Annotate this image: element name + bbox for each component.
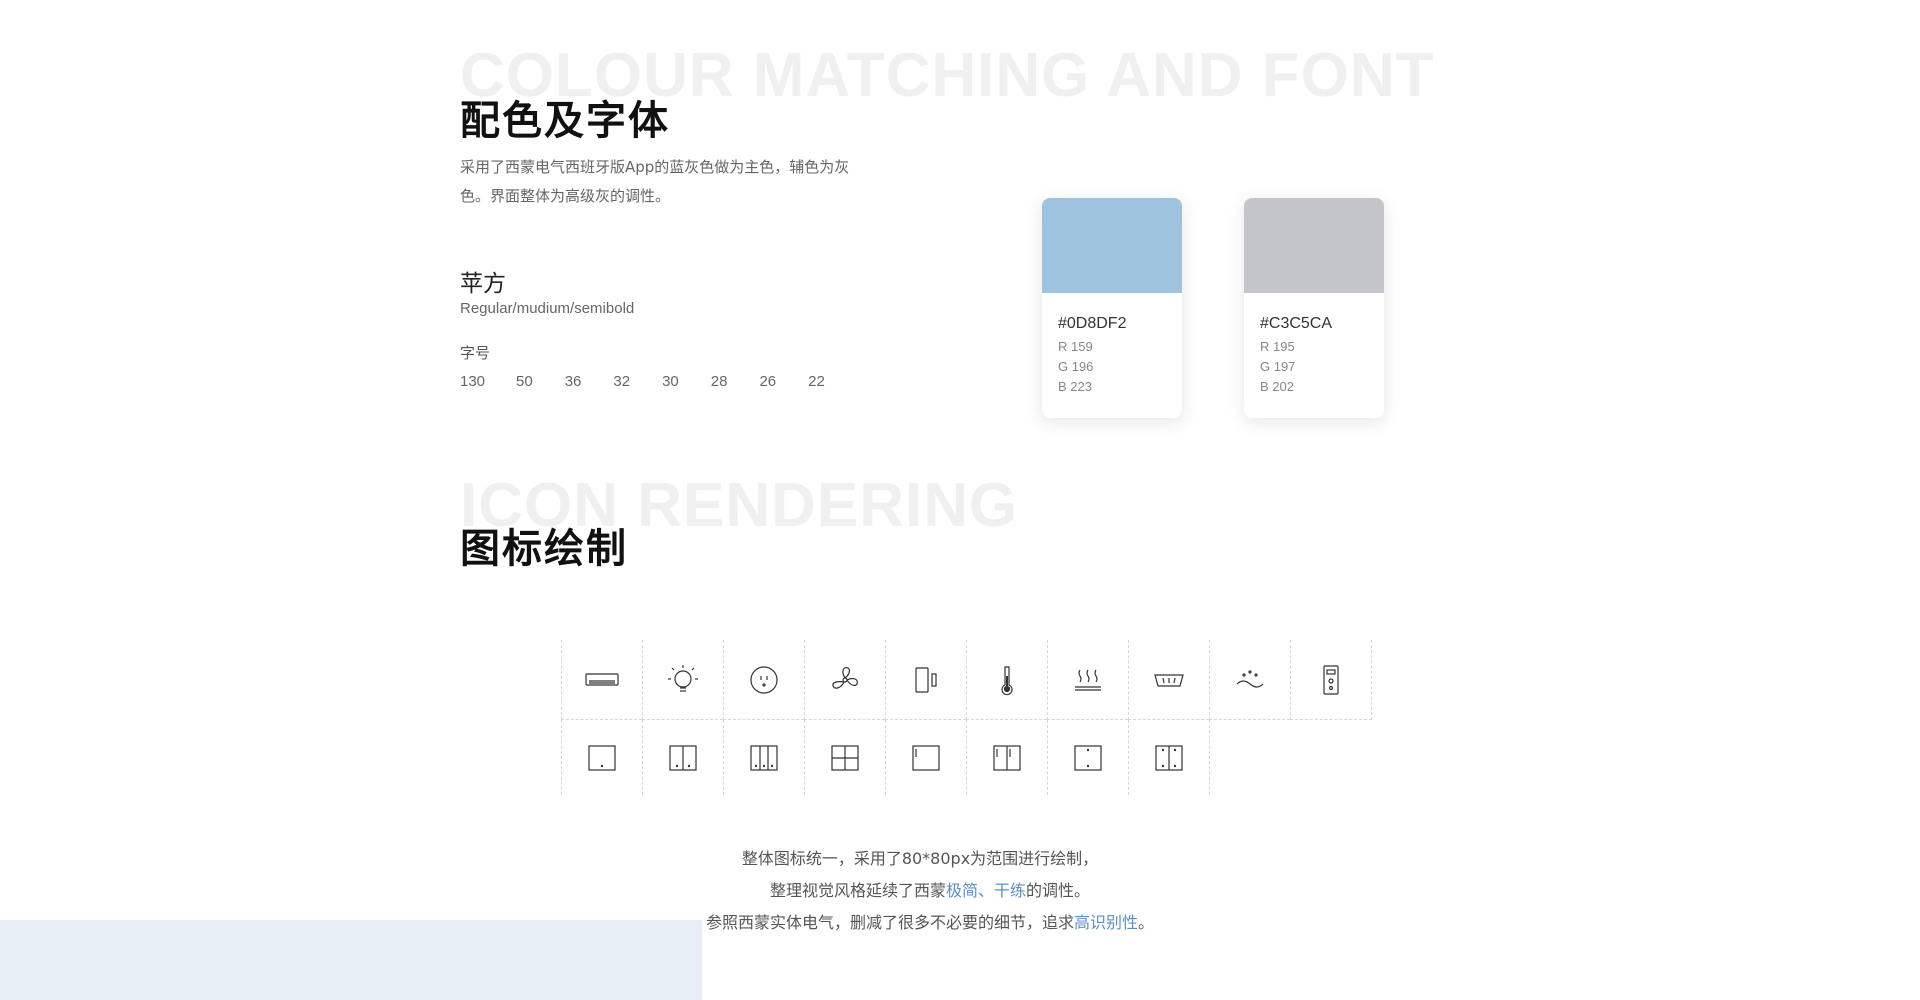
icon-description-line: 整理视觉风格延续了西蒙极简、干练的调性。 [0,875,1890,907]
switch-2gang-icon [642,720,723,795]
font-size-item: 26 [759,373,777,390]
section-title-colour: 配色及字体 [460,98,670,144]
text-segment: 参照西蒙实体电气，删减了很多不必要的细节，追求 [705,913,1074,932]
switch-double-side-icon [966,720,1047,795]
fan-icon [804,640,885,720]
color-swatch-card: #0D8DF2 R 159 G 196 B 223 [1042,198,1182,418]
icon-row [561,720,1372,795]
font-size-item: 30 [662,373,679,390]
switch-4gang-icon [804,720,885,795]
font-size-item: 22 [808,373,825,390]
highlight-text: 高识别性 [1073,913,1138,932]
switch-dot-icon [1047,720,1128,795]
color-b: B 223 [1058,379,1092,394]
icon-grid [561,640,1372,795]
heater-icon [1047,640,1128,720]
page: COLOUR MATCHING AND FONT 配色及字体 采用了西蒙电气西班… [0,0,1920,1000]
switch-side-icon [885,720,966,795]
font-size-label: 字号 [460,344,491,362]
color-swatch-card: #C3C5CA R 195 G 197 B 202 [1244,198,1384,418]
text-segment: 整理视觉风格延续了西蒙 [769,881,946,900]
color-hex: #C3C5CA [1260,315,1333,332]
colour-description: 采用了西蒙电气西班牙版App的蓝灰色做为主色，辅色为灰色。界面整体为高级灰的调性… [460,158,850,205]
color-hex: #0D8DF2 [1058,315,1127,332]
switch-dual-dot-icon [1128,720,1210,795]
font-size-item: 28 [710,373,728,390]
font-name: 苹方 [460,271,506,297]
color-swatch-chip [1244,198,1384,293]
color-rgb: R 159 G 196 B 223 [1058,337,1182,397]
light-bulb-icon [642,640,723,720]
icon-row [561,640,1372,720]
color-r: R 159 [1058,339,1093,354]
switch-1gang-icon [561,720,642,795]
controller-icon [1290,640,1372,720]
thermometer-icon [966,640,1047,720]
font-weights: Regular/mudium/semibold [460,300,635,317]
color-rgb: R 195 G 197 B 202 [1260,337,1384,397]
font-size-item: 36 [564,373,582,390]
font-size-item: 32 [613,373,631,390]
switch-3gang-icon [723,720,804,795]
text-segment: 。 [1138,913,1155,932]
font-size-item: 50 [516,373,533,390]
text-segment: 的调性。 [1026,881,1091,900]
color-r: R 195 [1260,339,1295,354]
icon-description-line: 整体图标统一，采用了80*80px为范围进行绘制， [741,849,1099,868]
door-sensor-icon [885,640,966,720]
font-size-list: 130 50 36 32 30 28 26 22 [460,373,857,390]
color-swatch-chip [1042,198,1182,293]
socket-icon [723,640,804,720]
air-conditioner-icon [561,640,642,720]
font-size-item: 130 [460,373,486,390]
icon-description-line: 参照西蒙实体电气，删减了很多不必要的细节，追求高识别性。 [0,907,1890,939]
color-g: G 197 [1260,359,1296,374]
color-g: G 196 [1058,359,1094,374]
bath-icon [1128,640,1209,720]
humidifier-icon [1209,640,1290,720]
color-b: B 202 [1260,379,1294,394]
highlight-text: 极简、干练 [945,881,1026,900]
section-title-icons: 图标绘制 [460,526,628,572]
